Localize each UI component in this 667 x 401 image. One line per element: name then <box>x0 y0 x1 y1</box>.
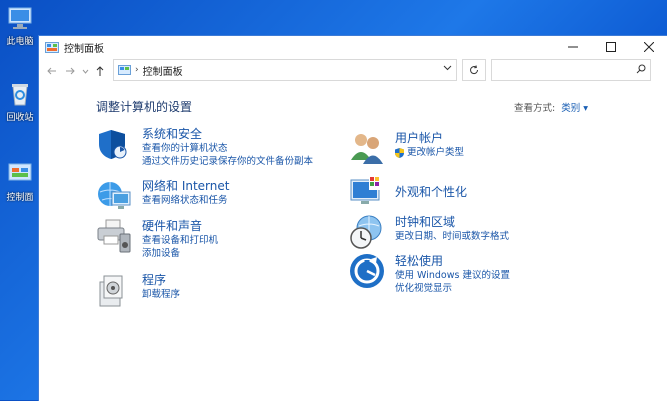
desktop-icon-recycle-bin[interactable]: 回收站 <box>0 80 40 123</box>
maximize-button[interactable] <box>592 36 630 58</box>
search-box[interactable] <box>491 59 651 81</box>
window-title: 控制面板 <box>64 43 104 55</box>
up-button[interactable] <box>91 61 109 81</box>
back-button[interactable] <box>43 61 61 81</box>
breadcrumb-control-panel[interactable]: 控制面板 <box>143 63 183 78</box>
shield-icon <box>99 130 127 159</box>
uac-shield-icon <box>395 147 404 158</box>
control-panel-window: 控制面板 › 控制面板 调整计算机的设置 查看方式: 类别 ▾ 系统和安全 查看… <box>38 35 667 401</box>
navigation-bar: › 控制面板 <box>39 58 667 84</box>
search-icon <box>636 64 646 74</box>
close-button[interactable] <box>630 36 667 58</box>
address-dropdown-button[interactable] <box>443 63 452 75</box>
view-by: 查看方式: 类别 ▾ <box>514 100 588 114</box>
category-link[interactable]: 通过文件历史记录保存你的文件备份副本 <box>142 155 313 168</box>
arrow-left-icon <box>47 67 56 75</box>
category-hardware-sound: 硬件和声音 查看设备和打印机 添加设备 <box>96 218 218 260</box>
category-link[interactable]: 优化视觉显示 <box>395 282 510 295</box>
forward-button[interactable] <box>61 61 79 81</box>
category-clock-region: 时钟和区域 更改日期、时间或数字格式 <box>349 214 509 250</box>
category-link[interactable]: 查看网络状态和任务 <box>142 194 229 207</box>
recycle-bin-icon <box>6 80 34 108</box>
desktop-icon-label: 回收站 <box>6 113 34 123</box>
control-panel-app-icon <box>45 41 59 53</box>
programs-icon <box>99 275 123 307</box>
category-title[interactable]: 外观和个性化 <box>395 184 467 200</box>
arrow-up-icon <box>96 65 104 76</box>
arrow-right-icon <box>66 67 75 75</box>
close-icon <box>644 42 654 52</box>
category-title[interactable]: 用户帐户 <box>395 130 464 146</box>
desktop-icon-control-panel[interactable]: 控制面 <box>0 160 40 203</box>
title-bar[interactable]: 控制面板 <box>39 36 667 58</box>
category-link-text: 更改帐户类型 <box>407 147 465 158</box>
desktop-icon-label: 控制面 <box>6 193 34 203</box>
minimize-button[interactable] <box>554 36 592 58</box>
globe-network-icon <box>98 182 131 209</box>
category-title[interactable]: 程序 <box>142 272 180 288</box>
ease-of-access-icon <box>350 254 384 288</box>
category-title[interactable]: 硬件和声音 <box>142 218 218 234</box>
page-title: 调整计算机的设置 <box>96 100 193 114</box>
address-bar[interactable]: › 控制面板 <box>113 59 457 81</box>
category-appearance-personalization: 外观和个性化 <box>349 174 467 210</box>
clock-globe-icon <box>350 215 382 249</box>
recent-locations-button[interactable] <box>79 61 91 81</box>
desktop-icon-this-pc[interactable]: 此电脑 <box>0 4 40 47</box>
view-by-dropdown[interactable]: 类别 ▾ <box>561 103 588 114</box>
category-ease-of-access: 轻松使用 使用 Windows 建议的设置 优化视觉显示 <box>349 253 510 295</box>
category-title[interactable]: 轻松使用 <box>395 253 510 269</box>
category-link[interactable]: 添加设备 <box>142 247 218 260</box>
category-link[interactable]: 更改帐户类型 <box>395 146 464 159</box>
minimize-icon <box>568 46 578 48</box>
category-link[interactable]: 查看设备和打印机 <box>142 234 218 247</box>
control-panel-icon <box>6 160 34 188</box>
category-user-accounts: 用户帐户 更改帐户类型 <box>349 130 464 166</box>
refresh-button[interactable] <box>462 59 486 81</box>
chevron-down-icon <box>82 69 88 74</box>
category-link[interactable]: 使用 Windows 建议的设置 <box>395 269 510 282</box>
category-link[interactable]: 更改日期、时间或数字格式 <box>395 230 509 243</box>
chevron-down-icon <box>443 65 452 71</box>
category-network-internet: 网络和 Internet 查看网络状态和任务 <box>96 178 229 214</box>
category-link[interactable]: 卸载程序 <box>142 288 180 301</box>
computer-icon <box>6 4 34 32</box>
category-title[interactable]: 系统和安全 <box>142 126 313 142</box>
printer-speaker-icon <box>97 219 131 253</box>
view-by-label: 查看方式: <box>514 103 556 114</box>
category-programs: 程序 卸载程序 <box>96 272 180 308</box>
category-link[interactable]: 查看你的计算机状态 <box>142 142 313 155</box>
search-input[interactable] <box>495 60 629 80</box>
maximize-icon <box>606 42 616 52</box>
refresh-icon <box>470 65 479 75</box>
users-icon <box>351 134 383 164</box>
category-title[interactable]: 网络和 Internet <box>142 178 229 194</box>
control-panel-small-icon <box>118 65 131 75</box>
appearance-icon <box>350 176 383 204</box>
category-title[interactable]: 时钟和区域 <box>395 214 509 230</box>
category-system-security: 系统和安全 查看你的计算机状态 通过文件历史记录保存你的文件备份副本 <box>96 126 313 168</box>
breadcrumb-separator: › <box>135 65 139 75</box>
desktop-icon-label: 此电脑 <box>6 37 34 47</box>
